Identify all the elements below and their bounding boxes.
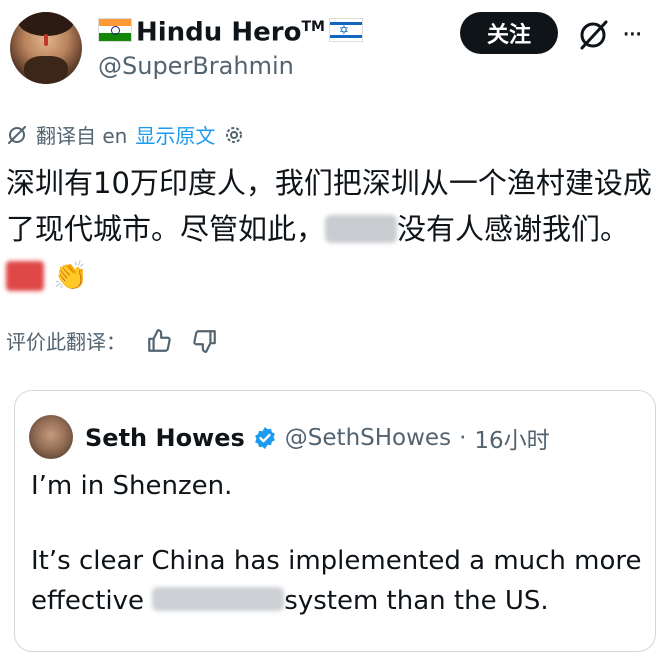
rate-translation-row: 评价此翻译： xyxy=(6,326,218,355)
thumbs-up-icon[interactable] xyxy=(146,328,172,354)
grok-icon[interactable] xyxy=(576,18,610,52)
author-display-name[interactable]: Hindu HeroTM xyxy=(136,12,325,48)
show-original-link[interactable]: 显示原文 xyxy=(135,120,215,149)
translated-from-label: 翻译自 en xyxy=(36,124,128,148)
author-avatar[interactable] xyxy=(10,12,82,84)
author-name-row[interactable]: Hindu HeroTM ✡ xyxy=(98,12,363,48)
quoted-author-handle[interactable]: @SethSHowes xyxy=(285,425,451,451)
redacted-emoji-blur xyxy=(6,261,44,291)
israel-flag-icon: ✡ xyxy=(328,17,363,42)
tweet-text-part2: 没有人感谢我们。 xyxy=(397,212,630,246)
more-options-icon[interactable]: ··· xyxy=(622,20,643,50)
avatar-hair xyxy=(18,12,74,36)
india-flag-icon xyxy=(98,17,132,42)
avatar-beard xyxy=(24,56,68,84)
meta-separator: · xyxy=(459,425,467,451)
thumbs-down-icon[interactable] xyxy=(192,328,218,354)
trademark-mark: TM xyxy=(301,19,325,35)
translation-row: 翻译自 en 显示原文 xyxy=(6,120,245,149)
redacted-blur-quote xyxy=(152,587,285,611)
quoted-tweet-line1: I’m in Shenzen. xyxy=(31,471,233,501)
gear-icon[interactable] xyxy=(223,124,245,146)
verified-badge-icon xyxy=(254,427,275,449)
quoted-author-avatar[interactable] xyxy=(29,415,73,459)
redacted-blur xyxy=(325,215,398,243)
quoted-tweet-header: Seth Howes @SethSHowes · 16小时 xyxy=(85,421,550,455)
clapping-hands-emoji: 👏 xyxy=(53,259,89,292)
quoted-body-part2: system than the US. xyxy=(284,586,549,616)
follow-button[interactable]: 关注 xyxy=(460,12,558,54)
tweet-text: 深圳有10万印度人，我们把深圳从一个渔村建设成了现代城市。尽管如此， 没有人感谢我… xyxy=(6,160,656,299)
author-handle[interactable]: @SuperBrahmin xyxy=(98,52,294,80)
quoted-tweet-card[interactable]: Seth Howes @SethSHowes · 16小时 I’m in She… xyxy=(14,390,656,652)
avatar-tilak xyxy=(44,34,48,46)
grok-small-icon xyxy=(8,125,26,144)
rate-translation-label: 评价此翻译： xyxy=(6,330,126,354)
quoted-author-name[interactable]: Seth Howes xyxy=(85,424,245,452)
quoted-tweet-time[interactable]: 16小时 xyxy=(474,421,549,455)
quoted-tweet-body: It’s clear China has implemented a much … xyxy=(31,541,651,621)
